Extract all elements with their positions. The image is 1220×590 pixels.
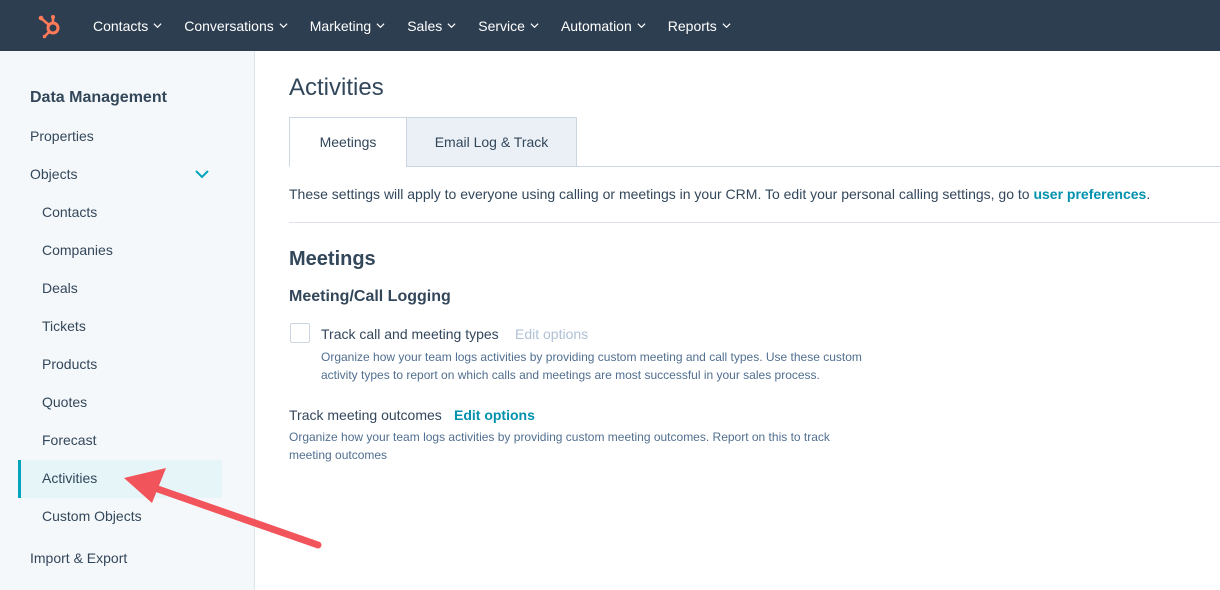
sidebar-item-tickets[interactable]: Tickets <box>42 318 86 334</box>
tab-label: Email Log & Track <box>434 134 549 150</box>
track-meeting-outcomes-label: Track meeting outcomes <box>289 407 442 423</box>
track-call-meeting-types-label[interactable]: Track call and meeting types <box>321 326 499 342</box>
settings-sidebar: Data Management Properties Objects Conta… <box>0 51 255 590</box>
chevron-down-icon <box>722 23 731 29</box>
section-title: Meetings <box>289 248 376 270</box>
sidebar-item-import-export[interactable]: Import & Export <box>30 550 127 566</box>
main-content: Activities Meetings Email Log & Track Th… <box>256 51 1220 590</box>
sidebar-item-products[interactable]: Products <box>42 356 97 372</box>
settings-description-end: . <box>1146 186 1151 202</box>
edit-outcomes-options-link[interactable]: Edit options <box>454 407 535 423</box>
chevron-down-icon <box>447 23 456 29</box>
sidebar-item-quotes[interactable]: Quotes <box>42 394 87 410</box>
sidebar-item-objects[interactable]: Objects <box>30 166 77 182</box>
nav-automation[interactable]: Automation <box>550 0 657 51</box>
nav-label: Service <box>478 17 525 34</box>
chevron-down-icon <box>279 23 288 29</box>
page-title: Activities <box>289 74 384 101</box>
user-preferences-link[interactable]: user preferences <box>1033 186 1146 202</box>
edit-options-disabled-link: Edit options <box>515 326 589 342</box>
sidebar-item-forecast[interactable]: Forecast <box>42 432 96 448</box>
chevron-down-icon <box>637 23 646 29</box>
section-divider <box>289 222 1220 223</box>
hubspot-logo-icon[interactable] <box>36 12 64 40</box>
track-types-description: Organize how your team logs activities b… <box>321 350 862 382</box>
track-call-meeting-types-checkbox[interactable] <box>290 323 310 343</box>
nav-label: Marketing <box>309 17 372 34</box>
active-item-indicator <box>18 460 21 498</box>
chevron-down-icon <box>153 23 162 29</box>
sidebar-item-activities[interactable]: Activities <box>42 470 97 486</box>
subsection-title: Meeting/Call Logging <box>289 288 451 305</box>
nav-marketing[interactable]: Marketing <box>299 0 396 51</box>
chevron-down-icon <box>530 23 539 29</box>
nav-sales[interactable]: Sales <box>396 0 467 51</box>
sidebar-item-custom-objects[interactable]: Custom Objects <box>42 508 142 524</box>
tab-label: Meetings <box>319 134 377 150</box>
nav-label: Conversations <box>184 17 274 34</box>
nav-label: Sales <box>407 17 443 34</box>
sidebar-title: Data Management <box>30 89 167 106</box>
sidebar-item-companies[interactable]: Companies <box>42 242 113 258</box>
nav-service[interactable]: Service <box>467 0 550 51</box>
sidebar-item-deals[interactable]: Deals <box>42 280 78 296</box>
nav-reports[interactable]: Reports <box>657 0 742 51</box>
nav-conversations[interactable]: Conversations <box>173 0 299 51</box>
nav-contacts[interactable]: Contacts <box>82 0 173 51</box>
chevron-down-icon <box>376 23 385 29</box>
nav-label: Reports <box>667 17 717 34</box>
top-nav: Contacts Conversations Marketing Sales S… <box>0 0 1220 51</box>
tab-email-log-track[interactable]: Email Log & Track <box>406 117 577 167</box>
tab-meetings[interactable]: Meetings <box>289 117 407 167</box>
sidebar-item-contacts[interactable]: Contacts <box>42 204 97 220</box>
settings-description-text: These settings will apply to everyone us… <box>289 186 1034 202</box>
nav-label: Contacts <box>93 17 149 34</box>
settings-description: These settings will apply to everyone us… <box>289 186 1150 202</box>
chevron-down-icon[interactable] <box>194 168 210 180</box>
meeting-outcomes-description: Organize how your team logs activities b… <box>289 430 830 462</box>
nav-label: Automation <box>560 17 632 34</box>
sidebar-item-properties[interactable]: Properties <box>30 128 94 144</box>
